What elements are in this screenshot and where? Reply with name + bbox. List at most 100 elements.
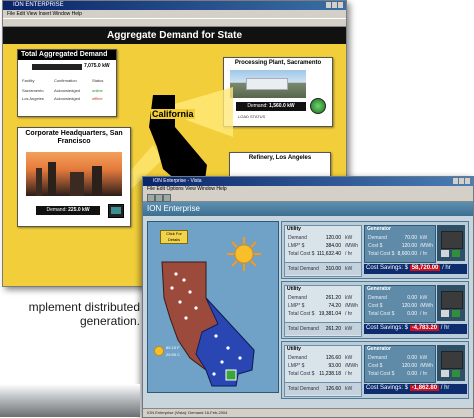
row-facility: Sacramento xyxy=(22,88,44,93)
generator-button-icon[interactable] xyxy=(441,370,449,377)
generator-title: Generator xyxy=(367,226,391,232)
hq-tower xyxy=(70,172,84,196)
load-status-indicator-icon[interactable] xyxy=(310,98,326,114)
utility-box: Utility Demand 120.00 kW LMP* $ 384.00 /… xyxy=(284,225,362,277)
caption-line: mplement distributed xyxy=(28,300,140,314)
gen-cost-unit: /MWh xyxy=(420,243,434,249)
gen-cost-unit: /MWh xyxy=(420,363,434,369)
demand-label: Demand xyxy=(288,235,307,241)
total-cost-value: 19,381.04 xyxy=(318,311,341,317)
site-selected-marker[interactable] xyxy=(225,369,237,381)
hq-demand-value: 225.0 kW xyxy=(68,207,90,213)
generator-run-icon[interactable] xyxy=(452,250,460,257)
generator-button-icon[interactable] xyxy=(441,250,449,257)
total-demand-strip: Total Demand 310.00 kW xyxy=(285,262,361,275)
lmp-label: LMP* $ xyxy=(288,303,305,309)
generator-button-icon[interactable] xyxy=(441,310,449,317)
menu-bar[interactable]: File Edit Options View Window Help xyxy=(143,186,473,193)
caption-line: generation. xyxy=(79,314,140,328)
toolbar-button[interactable] xyxy=(147,194,155,202)
generator-box: Generator Demand 0.00 kW Cost $ 120.00 /… xyxy=(364,345,436,383)
lmp-value: 93.00 xyxy=(328,363,341,369)
row-confirmation: Acknowledged xyxy=(54,88,81,93)
demand-unit: kW xyxy=(345,295,353,301)
savings-value: 58,720.00 xyxy=(409,265,441,271)
window-controls[interactable] xyxy=(326,2,344,9)
toolbar-button[interactable] xyxy=(163,194,171,202)
savings-value: -1,862.80 xyxy=(409,385,440,391)
gen-cost-label: Cost $ xyxy=(368,243,383,249)
demand-value: 261.20 xyxy=(325,295,341,301)
row-status: online xyxy=(92,88,103,93)
cost-row: Utility Demand 261.20 kW LMP* $ 74.20 /M… xyxy=(281,281,469,339)
utility-box: Utility Demand 126.60 kW LMP* $ 93.00 /M… xyxy=(284,345,362,397)
lmp-unit: /MWh xyxy=(345,363,359,369)
gen-demand-label: Demand xyxy=(368,295,387,301)
minimize-icon[interactable] xyxy=(326,2,331,8)
generator-status-panel xyxy=(437,225,465,261)
hq-tower xyxy=(36,168,42,196)
monitor-screen xyxy=(111,207,121,214)
generator-title: Generator xyxy=(367,346,391,352)
lmp-label: LMP* $ xyxy=(288,363,305,369)
generator-status-panel xyxy=(437,285,465,321)
generator-run-icon[interactable] xyxy=(452,370,460,377)
details-button[interactable]: Click For Details xyxy=(160,230,188,244)
gen-demand-value: 0.00 xyxy=(407,355,417,361)
cost-row: Utility Demand 120.00 kW LMP* $ 384.00 /… xyxy=(281,221,469,279)
utility-title: Utility xyxy=(287,286,301,292)
page-title: Aggregate Demand for State xyxy=(3,27,346,44)
corporate-hq-panel: Corporate Headquarters, San Francisco De… xyxy=(17,127,131,227)
demand-value: 126.60 xyxy=(325,355,341,361)
gen-total-cost-unit: / hr xyxy=(420,371,428,377)
total-cost-unit: / hr xyxy=(345,371,353,377)
gen-total-cost-value: 0.00 xyxy=(407,371,417,377)
generator-display xyxy=(441,291,463,309)
menu-bar[interactable]: File Edit View Insert Window Help xyxy=(3,10,346,18)
gen-demand-unit: kW xyxy=(420,295,428,301)
minimize-icon[interactable] xyxy=(453,178,458,184)
hq-demand-label: Demand: xyxy=(46,207,67,213)
gen-cost-label: Cost $ xyxy=(368,303,383,309)
hq-monitor-icon[interactable] xyxy=(108,204,124,218)
lmp-unit: /MWh xyxy=(345,243,359,249)
generator-run-icon[interactable] xyxy=(452,310,460,317)
cost-row: Utility Demand 126.60 kW LMP* $ 93.00 /M… xyxy=(281,341,469,399)
close-icon[interactable] xyxy=(338,2,343,8)
demand-label: Demand xyxy=(288,355,307,361)
gen-total-cost-value: 0.00 xyxy=(407,311,417,317)
cost-savings-bar: Cost Savings: $ -4,783.20 / hr xyxy=(364,324,467,334)
window-controls[interactable] xyxy=(453,178,471,185)
generator-display xyxy=(441,351,463,369)
hq-tower xyxy=(48,162,56,196)
row-facility: Los Angeles xyxy=(22,96,44,101)
generator-status-panel xyxy=(437,345,465,381)
ion-enterprise-window: ION Enterprise - Vista File Edit Options… xyxy=(142,176,474,418)
savings-label: Cost Savings: $ xyxy=(366,325,409,331)
col-facility: Facility xyxy=(22,78,35,83)
window-title-bar[interactable]: ION ENTERPRISE xyxy=(3,1,346,10)
total-demand-title: Total Aggregated Demand xyxy=(18,50,116,60)
demand-progress-bar xyxy=(32,64,82,70)
maximize-icon[interactable] xyxy=(332,2,337,8)
close-icon[interactable] xyxy=(465,178,470,184)
total-demand-strip: Total Demand 261.20 kW xyxy=(285,322,361,335)
savings-label: Cost Savings: $ xyxy=(366,265,409,271)
total-cost-unit: / hr xyxy=(345,251,353,257)
row-confirmation: Acknowledged xyxy=(54,96,81,101)
total-cost-value: 11,238.18 xyxy=(319,371,341,377)
plant-building xyxy=(246,78,288,90)
total-demand-value: 7,075.0 kW xyxy=(84,63,110,69)
total-demand-unit: kW xyxy=(345,266,353,272)
demand-unit: kW xyxy=(345,355,353,361)
maximize-icon[interactable] xyxy=(459,178,464,184)
window-title-bar[interactable]: ION Enterprise - Vista xyxy=(143,177,473,186)
processing-plant-panel: Processing Plant, Sacramento Demand: 1,5… xyxy=(223,57,333,127)
toolbar xyxy=(143,193,473,202)
california-map xyxy=(161,261,255,387)
toolbar-button[interactable] xyxy=(155,194,163,202)
gen-cost-value: 120.00 xyxy=(401,243,417,249)
total-demand-strip: Total Demand 126.60 kW xyxy=(285,382,361,395)
savings-label: Cost Savings: $ xyxy=(366,385,409,391)
decorative-photo-strip xyxy=(0,384,140,417)
